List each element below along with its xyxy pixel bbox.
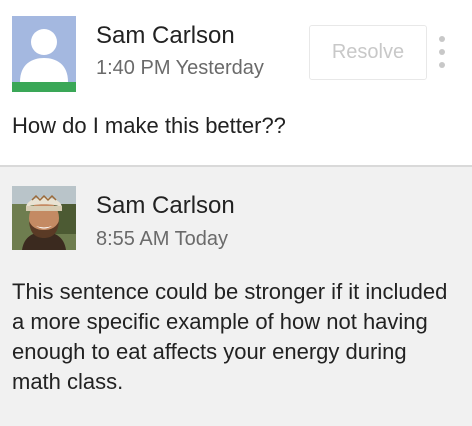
comment-author: Sam Carlson [96,22,235,49]
comment-reply: Sam Carlson 8:55 AM Today This sentence … [0,167,472,426]
default-person-icon [12,16,76,92]
comment-thread: Sam Carlson 1:40 PM Yesterday Resolve Ho… [0,0,472,426]
author-avatar [12,186,76,250]
comment-text: This sentence could be stronger if it in… [12,279,448,394]
more-dot [439,36,445,42]
more-dot [439,49,445,55]
comment-timestamp: 1:40 PM Yesterday [96,57,264,79]
more-options-icon[interactable] [432,36,452,68]
profile-photo [12,186,76,250]
resolve-button[interactable]: Resolve [309,25,427,80]
author-avatar [12,16,76,92]
comment-timestamp: 8:55 AM Today [96,228,228,250]
comment-original: Sam Carlson 1:40 PM Yesterday Resolve Ho… [0,0,472,165]
comment-author: Sam Carlson [96,192,235,219]
more-dot [439,62,445,68]
comment-text: How do I make this better?? [12,113,286,138]
